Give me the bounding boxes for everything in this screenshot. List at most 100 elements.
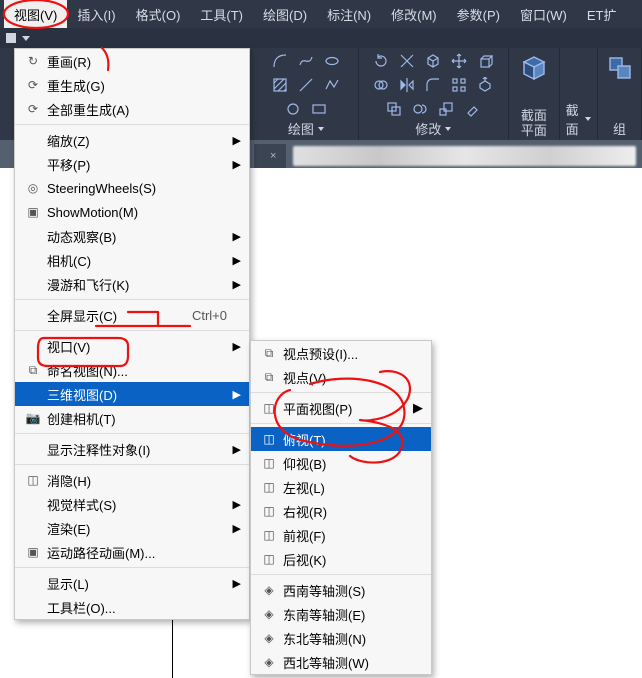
menu-item-icon xyxy=(23,338,43,354)
submenu-item[interactable]: ◈西北等轴测(W) xyxy=(251,650,431,674)
menu-parameters[interactable]: 参数(P) xyxy=(447,0,510,28)
qat-icon[interactable] xyxy=(6,33,16,43)
menu-item-icon xyxy=(23,252,43,268)
menu-item[interactable]: ⟳重生成(G) xyxy=(15,73,249,97)
menu-item-icon: ⟳ xyxy=(23,77,43,93)
trim-icon[interactable] xyxy=(398,52,416,70)
polyline-icon[interactable] xyxy=(323,76,341,94)
menu-item[interactable]: 三维视图(D)▶ xyxy=(15,382,249,406)
ribbon-group-modify-label: 修改 xyxy=(415,119,451,140)
submenu-item[interactable]: ◫俯视(T) xyxy=(251,427,431,451)
scale-icon[interactable] xyxy=(437,100,455,118)
rotate-icon[interactable] xyxy=(372,52,390,70)
menu-insert[interactable]: 插入(I) xyxy=(67,0,125,28)
submenu-item-label: 东北等轴测(N) xyxy=(279,629,423,648)
document-tab[interactable]: × xyxy=(254,144,286,168)
line-icon[interactable] xyxy=(297,76,315,94)
menu-insert-label: 插入(I) xyxy=(77,5,115,24)
menu-item-label: 漫游和飞行(K) xyxy=(43,275,231,294)
submenu-item[interactable]: ◫前视(F) xyxy=(251,523,431,547)
close-icon[interactable]: × xyxy=(270,150,276,162)
submenu-item-icon: ◈ xyxy=(259,654,279,670)
rect-icon[interactable] xyxy=(310,100,328,118)
submenu-item[interactable]: ◫右视(R) xyxy=(251,499,431,523)
menu-separator xyxy=(15,433,249,434)
menu-item[interactable]: 视觉样式(S)▶ xyxy=(15,492,249,516)
fillet-icon[interactable] xyxy=(424,76,442,94)
offset-icon[interactable] xyxy=(385,100,403,118)
menu-item[interactable]: 显示注释性对象(I)▶ xyxy=(15,437,249,461)
submenu-item[interactable]: ⧉视点(V) xyxy=(251,365,431,389)
menu-item[interactable]: ▣运动路径动画(M)... xyxy=(15,540,249,564)
union-icon[interactable] xyxy=(372,76,390,94)
menu-annotate[interactable]: 标注(N) xyxy=(317,0,381,28)
menu-item[interactable]: 漫游和飞行(K)▶ xyxy=(15,272,249,296)
submenu-item-icon: ◈ xyxy=(259,606,279,622)
menu-format[interactable]: 格式(O) xyxy=(126,0,191,28)
move-icon[interactable] xyxy=(450,52,468,70)
menu-item[interactable]: 全屏显示(C)Ctrl+0 xyxy=(15,303,249,327)
group-icon[interactable] xyxy=(604,52,636,84)
submenu-item[interactable]: ◫左视(L) xyxy=(251,475,431,499)
chevron-down-icon[interactable] xyxy=(318,127,324,131)
menu-view-label: 视图(V) xyxy=(14,5,57,24)
submenu-item-label: 东南等轴测(E) xyxy=(279,605,423,624)
submenu-item[interactable]: ◈东南等轴测(E) xyxy=(251,602,431,626)
hatch-icon[interactable] xyxy=(271,76,289,94)
menu-item-icon xyxy=(23,520,43,536)
menu-item-icon: 📷 xyxy=(23,410,43,426)
chevron-down-icon[interactable] xyxy=(445,127,451,131)
submenu-arrow-icon: ▶ xyxy=(231,230,241,243)
qat-dropdown-icon[interactable] xyxy=(22,36,30,41)
menu-item[interactable]: ↻重画(R) xyxy=(15,49,249,73)
arc-icon[interactable] xyxy=(271,52,289,70)
menu-etext[interactable]: ET扩 xyxy=(577,0,627,28)
submenu-item[interactable]: ◫后视(K) xyxy=(251,547,431,571)
submenu-item-label: 右视(R) xyxy=(279,502,423,521)
submenu-item[interactable]: ◈东北等轴测(N) xyxy=(251,626,431,650)
submenu-item[interactable]: ◈西南等轴测(S) xyxy=(251,578,431,602)
section-plane-icon[interactable] xyxy=(518,52,550,84)
menu-window[interactable]: 窗口(W) xyxy=(510,0,577,28)
submenu-item-label: 西北等轴测(W) xyxy=(279,653,423,672)
menu-item[interactable]: ▣ShowMotion(M) xyxy=(15,200,249,224)
menu-item[interactable]: 平移(P)▶ xyxy=(15,152,249,176)
menu-tools[interactable]: 工具(T) xyxy=(190,0,253,28)
menu-item[interactable]: ⟳全部重生成(A) xyxy=(15,97,249,121)
array-icon[interactable] xyxy=(450,76,468,94)
menu-item[interactable]: ⧉命名视图(N)... xyxy=(15,358,249,382)
menu-item[interactable]: 📷创建相机(T) xyxy=(15,406,249,430)
erase-icon[interactable] xyxy=(463,100,481,118)
subtract-icon[interactable] xyxy=(411,100,429,118)
menu-modify[interactable]: 修改(M) xyxy=(381,0,447,28)
submenu-item[interactable]: ◫平面视图(P)▶ xyxy=(251,396,431,420)
menu-item[interactable]: 视口(V)▶ xyxy=(15,334,249,358)
submenu-item-icon: ⧉ xyxy=(259,345,279,361)
menu-item[interactable]: 相机(C)▶ xyxy=(15,248,249,272)
chevron-down-icon[interactable] xyxy=(585,117,591,121)
menu-separator xyxy=(15,330,249,331)
menu-item[interactable]: ◫消隐(H) xyxy=(15,468,249,492)
menu-item[interactable]: 动态观察(B)▶ xyxy=(15,224,249,248)
menu-view[interactable]: 视图(V) xyxy=(4,0,67,28)
menu-draw[interactable]: 绘图(D) xyxy=(253,0,317,28)
circle-icon[interactable] xyxy=(284,100,302,118)
submenu-item-label: 视点(V) xyxy=(279,368,423,387)
extrude-icon[interactable] xyxy=(476,52,494,70)
menu-item[interactable]: 渲染(E)▶ xyxy=(15,516,249,540)
submenu-item-icon: ◫ xyxy=(259,431,279,447)
menu-item[interactable]: ◎SteeringWheels(S) xyxy=(15,176,249,200)
menu-item[interactable]: 缩放(Z)▶ xyxy=(15,128,249,152)
menu-item[interactable]: 工具栏(O)... xyxy=(15,595,249,619)
menu-item-icon xyxy=(23,132,43,148)
ellipse-icon[interactable] xyxy=(323,52,341,70)
box-icon[interactable] xyxy=(424,52,442,70)
presspull-icon[interactable] xyxy=(476,76,494,94)
submenu-arrow-icon: ▶ xyxy=(231,158,241,171)
menu-etext-label: ET扩 xyxy=(587,5,617,24)
submenu-item[interactable]: ⧉视点预设(I)... xyxy=(251,341,431,365)
submenu-item[interactable]: ◫仰视(B) xyxy=(251,451,431,475)
spline-icon[interactable] xyxy=(297,52,315,70)
menu-item[interactable]: 显示(L)▶ xyxy=(15,571,249,595)
mirror-icon[interactable] xyxy=(398,76,416,94)
